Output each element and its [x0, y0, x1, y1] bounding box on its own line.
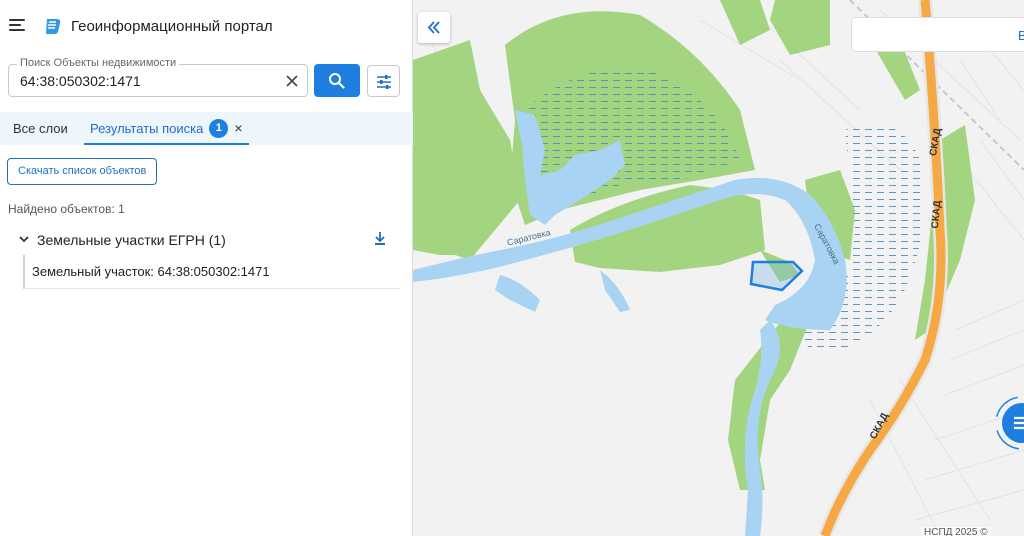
- filter-icon: [377, 75, 391, 89]
- collapse-panel-button[interactable]: [418, 12, 450, 43]
- result-item[interactable]: Земельный участок: 64:38:050302:1471: [23, 255, 400, 289]
- found-count-text: Найдено объектов: 1: [8, 202, 125, 216]
- filter-button[interactable]: [367, 65, 400, 97]
- app-title: Геоинформационный портал: [71, 18, 273, 35]
- tab-search-results[interactable]: Результаты поиска 1 ×: [84, 112, 249, 145]
- search-button[interactable]: [314, 64, 360, 97]
- hamburger-icon[interactable]: [9, 19, 25, 31]
- top-right-label: В: [1018, 28, 1024, 43]
- top-right-control[interactable]: В: [851, 17, 1024, 52]
- search-icon: [329, 73, 345, 89]
- tab-all-layers[interactable]: Все слои: [13, 112, 68, 145]
- tab-bar: Все слои Результаты поиска 1 ×: [0, 112, 413, 145]
- result-group-egrn[interactable]: Земельные участки ЕГРН (1): [0, 228, 413, 252]
- search-field[interactable]: Поиск Объекты недвижимости: [8, 57, 308, 97]
- result-group-label: Земельные участки ЕГРН (1): [37, 232, 226, 248]
- close-icon[interactable]: ×: [234, 112, 242, 145]
- portal-logo-icon: [46, 19, 61, 34]
- download-list-button[interactable]: Скачать список объектов: [7, 158, 158, 185]
- chat-icon[interactable]: [992, 393, 1024, 453]
- clear-icon[interactable]: [282, 71, 302, 91]
- search-input[interactable]: [20, 71, 270, 91]
- search-label: Поиск Объекты недвижимости: [17, 57, 180, 69]
- result-item-label: Земельный участок: 64:38:050302:1471: [32, 264, 270, 279]
- map-copyright: НСПД 2025 ©: [921, 527, 991, 536]
- download-icon[interactable]: [373, 231, 387, 246]
- results-count-badge: 1: [209, 119, 229, 139]
- map-canvas[interactable]: [413, 0, 1024, 536]
- collapse-left-icon: [427, 21, 440, 34]
- app-header: Геоинформационный портал: [0, 0, 413, 50]
- side-panel: Геоинформационный портал Поиск Объекты н…: [0, 0, 413, 536]
- map-view[interactable]: Саратовка Саратовка СКАД СКАД СКАД: [413, 0, 1024, 536]
- chevron-down-icon[interactable]: [18, 234, 30, 244]
- tab-search-results-label: Результаты поиска: [90, 121, 204, 136]
